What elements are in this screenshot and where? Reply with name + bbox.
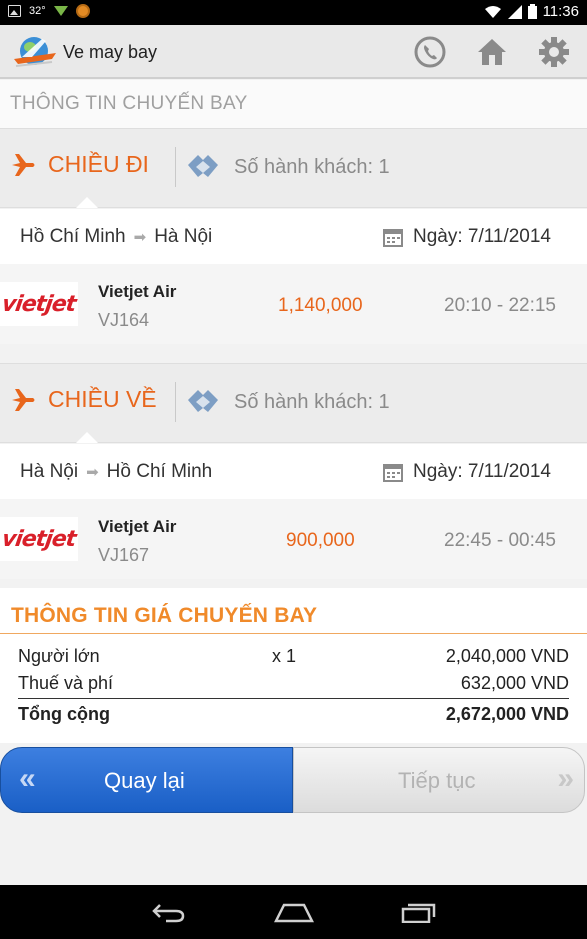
flight-code: VJ167 (98, 545, 150, 565)
inbound-route-row: Hà Nội ➡ Hồ Chí Minh Ngày: 7/11/2014 (0, 444, 587, 499)
origin-city: Hà Nội (20, 461, 79, 482)
price-amount: 632,000 VND (460, 673, 569, 693)
outbound-route-row: Hồ Chí Minh ➡ Hà Nội Ngày: 7/11/2014 (0, 209, 587, 264)
outbound-direction-label: CHIỀU ĐI (48, 151, 149, 177)
gallery-notification-icon (8, 5, 21, 17)
arrow-right-icon: ➡ (133, 229, 147, 246)
flight-price: 900,000 (286, 530, 355, 551)
system-back-icon[interactable] (150, 901, 186, 923)
calendar-icon (382, 229, 403, 247)
inbound-passenger-count: Số hành khách: 1 (234, 390, 390, 413)
download-notification-icon (53, 6, 68, 16)
price-label: Thuế và phí (18, 673, 114, 693)
airline-logo: vietjet (0, 517, 78, 561)
home-icon[interactable] (476, 36, 508, 68)
price-row-adult: Người lớn x 1 2,040,000 VND (18, 646, 569, 670)
outbound-passenger-count: Số hành khách: 1 (234, 155, 390, 178)
airline-name: Vietjet Air (98, 282, 177, 301)
app-title: Ve may bay (63, 42, 158, 62)
price-quantity: x 1 (272, 646, 297, 666)
wifi-icon (484, 5, 501, 18)
system-home-icon[interactable] (274, 901, 314, 923)
price-row-total: Tổng cộng 2,672,000 VND (18, 704, 569, 728)
flight-info-heading: THÔNG TIN CHUYẾN BAY (10, 93, 248, 114)
settings-gear-icon[interactable] (538, 36, 570, 68)
airplane-icon (12, 388, 35, 411)
price-label: Tổng cộng (18, 704, 110, 724)
price-info-heading: THÔNG TIN GIÁ CHUYẾN BAY (11, 604, 318, 627)
signal-icon (507, 4, 522, 19)
pointer-notch (76, 432, 98, 443)
app-notification-icon (75, 4, 90, 18)
app-logo-icon (14, 37, 56, 67)
handshake-icon (188, 390, 218, 412)
divider (175, 382, 176, 422)
double-chevron-left-icon: « (19, 762, 35, 795)
temperature: 32° (29, 5, 46, 17)
inbound-leg-header: CHIỀU VỀ Số hành khách: 1 (0, 363, 587, 443)
arrow-right-icon: ➡ (86, 464, 99, 481)
airplane-icon (12, 153, 35, 176)
back-button-label: Quay lại (104, 768, 185, 793)
flight-price: 1,140,000 (278, 295, 363, 316)
next-button[interactable]: Tiếp tục » (293, 747, 585, 813)
calendar-icon (382, 464, 403, 482)
phone-icon[interactable] (414, 36, 446, 68)
price-info-section: THÔNG TIN GIÁ CHUYẾN BAY Người lớn x 1 2… (0, 588, 587, 743)
handshake-icon (188, 155, 218, 177)
flight-time: 20:10 - 22:15 (444, 295, 556, 316)
outbound-leg-header: CHIỀU ĐI Số hành khách: 1 (0, 128, 587, 208)
inbound-direction-label: CHIỀU VỀ (48, 386, 157, 412)
pointer-notch (76, 197, 98, 208)
price-amount: 2,040,000 VND (445, 646, 569, 666)
flight-date: Ngày: 7/11/2014 (412, 461, 551, 482)
system-navigation-bar (0, 885, 587, 939)
divider (0, 633, 587, 634)
price-label: Người lớn (18, 646, 100, 666)
navigation-buttons: « Quay lại Tiếp tục » (0, 747, 587, 813)
origin-city: Hồ Chí Minh (20, 226, 126, 247)
total-amount: 2,672,000 VND (445, 704, 569, 724)
flight-time: 22:45 - 00:45 (444, 530, 556, 551)
price-row-taxes: Thuế và phí 632,000 VND (18, 673, 569, 697)
clock: 11:36 (542, 3, 579, 20)
back-button[interactable]: « Quay lại (0, 747, 293, 813)
flight-date: Ngày: 7/11/2014 (412, 226, 551, 247)
outbound-flight-row[interactable]: vietjet Vietjet Air VJ164 1,140,000 20:1… (0, 264, 587, 344)
next-button-label: Tiếp tục (398, 768, 476, 793)
destination-city: Hồ Chí Minh (106, 461, 213, 482)
double-chevron-right-icon: » (557, 762, 573, 795)
divider (18, 698, 569, 699)
airline-name: Vietjet Air (98, 517, 177, 536)
inbound-flight-row[interactable]: vietjet Vietjet Air VJ167 900,000 22:45 … (0, 499, 587, 579)
airline-logo: vietjet (0, 282, 78, 326)
flight-code: VJ164 (98, 310, 150, 330)
status-bar: 32° 11:36 (0, 0, 587, 25)
destination-city: Hà Nội (154, 226, 213, 247)
divider (175, 147, 176, 187)
system-recents-icon[interactable] (401, 901, 437, 923)
app-bar: Ve may bay (0, 25, 587, 79)
battery-icon (527, 4, 537, 19)
